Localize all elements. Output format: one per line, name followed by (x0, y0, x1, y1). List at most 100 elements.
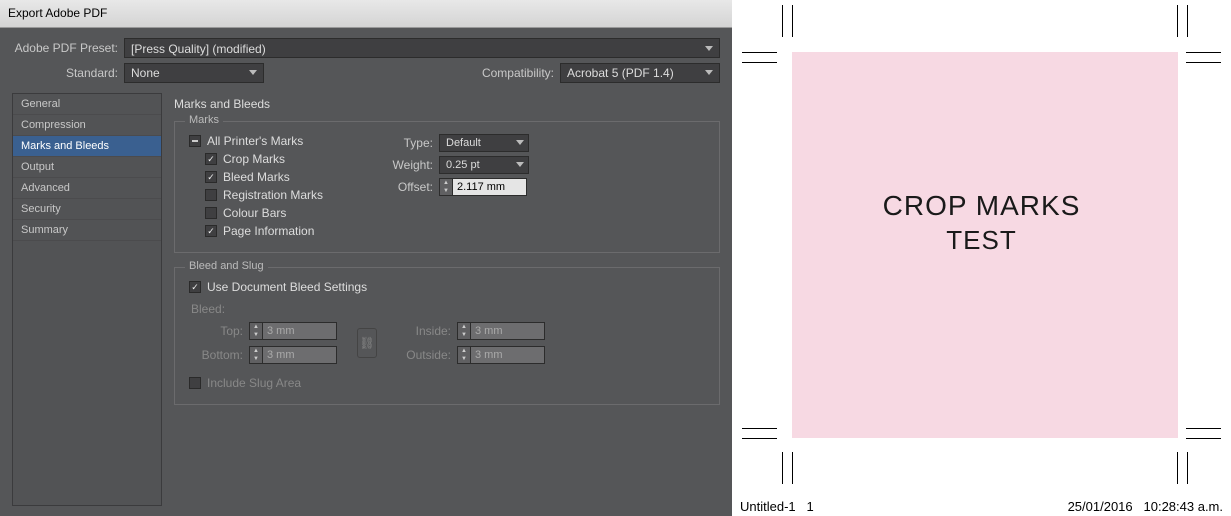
checkbox-box-icon (189, 377, 201, 389)
bleed-outside-label: Outside: (397, 348, 457, 362)
time-stamp: 10:28:43 a.m. (1144, 499, 1224, 514)
bleed-mark (1186, 62, 1221, 63)
window-titlebar: Export Adobe PDF (0, 0, 732, 28)
sidebar-item-output[interactable]: Output (13, 157, 161, 178)
document-preview: CROP MARKS TEST Untitled-1 1 25/01/2016 … (732, 0, 1231, 516)
bleed-top-label: Top: (189, 324, 249, 338)
standard-label: Standard: (12, 66, 124, 80)
page-information-checkbox[interactable]: Page Information (205, 222, 379, 240)
colour-bars-label: Colour Bars (223, 206, 286, 220)
chevron-down-icon (705, 70, 713, 75)
weight-value: 0.25 pt (446, 159, 480, 171)
registration-marks-label: Registration Marks (223, 188, 323, 202)
bleed-inside-value: 3 mm (471, 322, 545, 340)
type-label: Type: (379, 136, 439, 150)
crop-mark (792, 5, 793, 37)
sidebar-item-general[interactable]: General (13, 94, 161, 115)
standard-compat-row: Standard: None Compatibility: Acrobat 5 … (0, 61, 732, 93)
panel-title: Marks and Bleeds (174, 93, 720, 121)
standard-dropdown[interactable]: None (124, 63, 264, 83)
sidebar-item-security[interactable]: Security (13, 199, 161, 220)
bleed-bottom-value: 3 mm (263, 346, 337, 364)
compatibility-value: Acrobat 5 (PDF 1.4) (567, 66, 674, 80)
marks-bleeds-panel: Marks and Bleeds Marks All Printer's Mar… (174, 93, 720, 506)
crop-mark (792, 452, 793, 484)
preset-row: Adobe PDF Preset: [Press Quality] (modif… (0, 28, 732, 61)
bleed-label: Bleed: (189, 296, 705, 318)
preset-value: [Press Quality] (modified) (131, 42, 266, 56)
compatibility-label: Compatibility: (482, 66, 560, 80)
bleed-inside-spinner: ▲▼ 3 mm (457, 322, 545, 340)
crop-marks-label: Crop Marks (223, 152, 285, 166)
checkbox-box-icon (205, 153, 217, 165)
compatibility-dropdown[interactable]: Acrobat 5 (PDF 1.4) (560, 63, 720, 83)
page-number: 1 (806, 499, 813, 514)
offset-value[interactable]: 2.117 mm (453, 178, 527, 196)
spinner-buttons-icon: ▲▼ (457, 322, 471, 340)
marks-group: Marks All Printer's Marks Crop Marks (174, 121, 720, 253)
bleed-mark (1187, 452, 1188, 484)
bleed-bottom-spinner: ▲▼ 3 mm (249, 346, 337, 364)
use-document-bleed-checkbox[interactable]: Use Document Bleed Settings (189, 278, 705, 296)
spinner-buttons-icon[interactable]: ▲▼ (439, 178, 453, 196)
preset-dropdown[interactable]: [Press Quality] (modified) (124, 38, 720, 58)
type-dropdown[interactable]: Default (439, 134, 529, 152)
colour-bars-checkbox[interactable]: Colour Bars (205, 204, 379, 222)
category-sidebar: General Compression Marks and Bleeds Out… (12, 93, 162, 506)
bleed-slug-group: Bleed and Slug Use Document Bleed Settin… (174, 267, 720, 405)
bleed-top-value: 3 mm (263, 322, 337, 340)
include-slug-label: Include Slug Area (207, 376, 301, 390)
bleed-mark (1187, 5, 1188, 37)
registration-marks-checkbox[interactable]: Registration Marks (205, 186, 379, 204)
bleed-inside-label: Inside: (397, 324, 457, 338)
all-printers-marks-label: All Printer's Marks (207, 134, 303, 148)
bleed-mark (742, 428, 777, 429)
date-stamp: 25/01/2016 (1068, 499, 1133, 514)
bleed-outside-value: 3 mm (471, 346, 545, 364)
window-title: Export Adobe PDF (8, 6, 107, 20)
bleed-slug-legend: Bleed and Slug (185, 260, 268, 272)
link-values-icon: ⛓ (357, 328, 377, 358)
checkbox-box-icon (189, 281, 201, 293)
weight-dropdown[interactable]: 0.25 pt (439, 156, 529, 174)
crop-mark (1186, 52, 1221, 53)
offset-label: Offset: (379, 180, 439, 194)
bleed-outside-spinner: ▲▼ 3 mm (457, 346, 545, 364)
export-pdf-dialog: Export Adobe PDF Adobe PDF Preset: [Pres… (0, 0, 732, 516)
doc-name: Untitled-1 (740, 499, 796, 514)
bleed-top-spinner: ▲▼ 3 mm (249, 322, 337, 340)
all-printers-marks-checkbox[interactable]: All Printer's Marks (189, 132, 379, 150)
chevron-down-icon (516, 140, 524, 145)
preset-label: Adobe PDF Preset: (12, 41, 124, 55)
bleed-marks-label: Bleed Marks (223, 170, 290, 184)
use-document-bleed-label: Use Document Bleed Settings (207, 280, 367, 294)
checkbox-box-icon (205, 189, 217, 201)
preview-line1: CROP MARKS (732, 190, 1231, 222)
bleed-mark (742, 62, 777, 63)
include-slug-checkbox[interactable]: Include Slug Area (189, 374, 705, 392)
crop-marks-checkbox[interactable]: Crop Marks (205, 150, 379, 168)
crop-mark (1186, 438, 1221, 439)
crop-mark (1177, 5, 1178, 37)
sidebar-item-marks-bleeds[interactable]: Marks and Bleeds (13, 136, 161, 157)
bleed-mark (782, 5, 783, 37)
type-value: Default (446, 137, 481, 149)
offset-spinner[interactable]: ▲▼ 2.117 mm (439, 178, 527, 196)
sidebar-item-summary[interactable]: Summary (13, 220, 161, 241)
crop-mark (1177, 452, 1178, 484)
bleed-marks-checkbox[interactable]: Bleed Marks (205, 168, 379, 186)
chevron-down-icon (249, 70, 257, 75)
chevron-down-icon (705, 46, 713, 51)
preview-line2: TEST (732, 225, 1231, 256)
spinner-buttons-icon: ▲▼ (249, 346, 263, 364)
bleed-mark (782, 452, 783, 484)
checkbox-box-icon (205, 225, 217, 237)
sidebar-item-advanced[interactable]: Advanced (13, 178, 161, 199)
spinner-buttons-icon: ▲▼ (457, 346, 471, 364)
spinner-buttons-icon: ▲▼ (249, 322, 263, 340)
sidebar-item-compression[interactable]: Compression (13, 115, 161, 136)
weight-label: Weight: (379, 158, 439, 172)
marks-legend: Marks (185, 114, 223, 126)
crop-mark (742, 52, 777, 53)
checkbox-box-icon (205, 207, 217, 219)
